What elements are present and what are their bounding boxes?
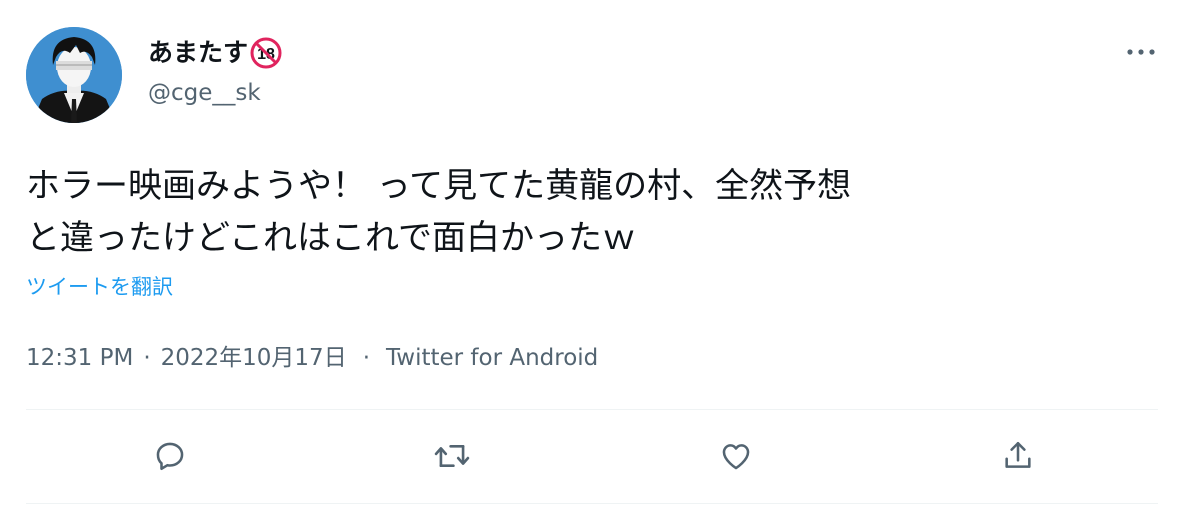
like-icon	[722, 444, 750, 470]
retweet-button[interactable]	[432, 436, 472, 476]
author-handle[interactable]: @cge__sk	[148, 78, 261, 108]
more-options-button[interactable]	[1124, 40, 1158, 64]
author-name-row[interactable]: あまたす 18	[148, 36, 282, 70]
tweet-date[interactable]: 2022年10月17日	[161, 340, 347, 376]
share-icon	[1005, 441, 1031, 468]
tweet-source[interactable]: Twitter for Android	[386, 340, 598, 376]
tweet-text: ホラー映画みようや！ って見てた黄龍の村、全然予想 と違ったけどこれはこれで面白…	[26, 166, 852, 258]
tweet-meta: 12:31 PM · 2022年10月17日 · Twitter for And…	[26, 340, 598, 376]
author-display-name[interactable]: あまたす	[148, 36, 248, 70]
divider	[26, 409, 1158, 410]
translate-tweet-link[interactable]: ツイートを翻訳	[26, 272, 173, 302]
reply-icon	[156, 442, 184, 471]
avatar[interactable]	[26, 27, 122, 123]
meta-separator: ·	[143, 345, 151, 371]
divider	[26, 503, 1158, 504]
source-separator: ·	[362, 345, 371, 371]
age-restriction-icon: 18	[250, 37, 282, 69]
avatar-image	[26, 27, 122, 123]
more-icon	[1127, 49, 1155, 55]
tweet-time[interactable]: 12:31 PM	[26, 340, 133, 376]
reply-button[interactable]	[150, 436, 190, 476]
retweet-icon	[434, 444, 470, 468]
share-button[interactable]	[998, 436, 1038, 476]
like-button[interactable]	[716, 436, 756, 476]
